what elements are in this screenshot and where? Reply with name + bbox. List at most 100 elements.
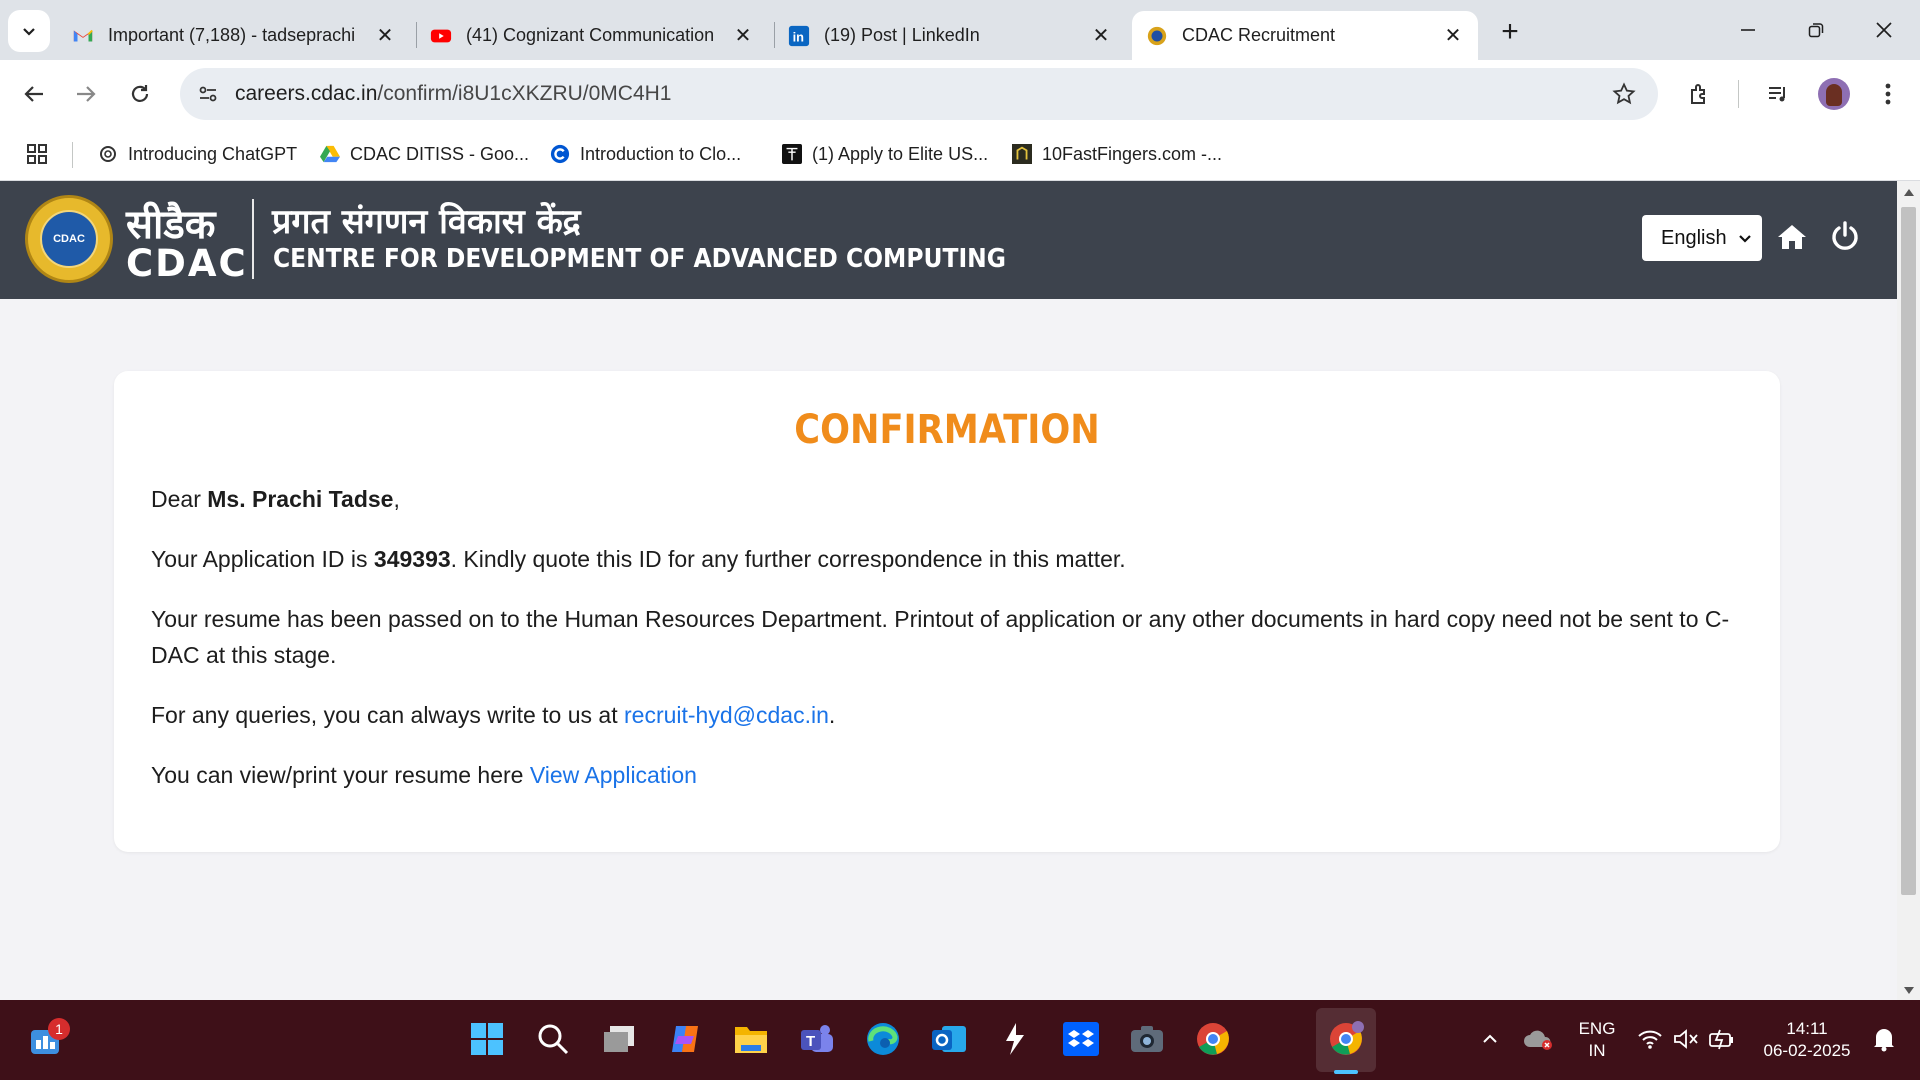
- scroll-up-arrow[interactable]: [1904, 189, 1914, 196]
- page-scrollbar[interactable]: [1897, 181, 1920, 1000]
- language-select[interactable]: English: [1642, 215, 1762, 261]
- bookmark-label: 10FastFingers.com -...: [1042, 143, 1223, 164]
- camera-app[interactable]: [1126, 1018, 1168, 1060]
- chrome-app[interactable]: [1192, 1018, 1234, 1060]
- onedrive-status[interactable]: [1518, 1018, 1558, 1060]
- show-hidden-icons-button[interactable]: [1470, 1018, 1510, 1060]
- close-window-button[interactable]: [1862, 10, 1906, 50]
- active-app-indicator: [1334, 1070, 1358, 1074]
- volume-muted-icon: [1674, 1029, 1698, 1049]
- greeting-suffix: ,: [393, 486, 400, 512]
- site-info-icon[interactable]: [190, 76, 226, 112]
- forward-button[interactable]: [66, 74, 106, 114]
- bookmark-cdac-ditiss[interactable]: CDAC DITISS - Goo...: [320, 140, 529, 168]
- tab-cdac[interactable]: CDAC Recruitment ✕: [1132, 11, 1478, 60]
- dropbox-app[interactable]: [1060, 1018, 1102, 1060]
- chrome-profile-app[interactable]: [1325, 1018, 1367, 1060]
- profile-avatar[interactable]: [1818, 78, 1850, 110]
- tab-linkedin[interactable]: in (19) Post | LinkedIn ✕: [774, 11, 1126, 60]
- svg-text:T: T: [806, 1033, 815, 1050]
- volume-status[interactable]: [1668, 1018, 1704, 1060]
- bookmark-10fastfingers[interactable]: 10FastFingers.com -...: [1012, 140, 1222, 168]
- teams-app[interactable]: T: [796, 1018, 838, 1060]
- application-id-text: Your Application ID is 349393. Kindly qu…: [151, 541, 1126, 577]
- address-bar[interactable]: careers.cdac.in/confirm/i8U1cXKZRU/0MC4H…: [180, 68, 1658, 120]
- bookmark-intro-cloud[interactable]: Introduction to Clo...: [550, 140, 741, 168]
- openai-icon: [98, 144, 118, 164]
- file-explorer-app[interactable]: [730, 1018, 772, 1060]
- edge-app[interactable]: [862, 1018, 904, 1060]
- reload-button[interactable]: [120, 74, 160, 114]
- notifications-button[interactable]: [1866, 1018, 1902, 1060]
- cdac-icon: [1147, 26, 1167, 45]
- windows-taskbar: 1 T ENG IN 14:11 06-02-2025: [0, 1000, 1920, 1080]
- language-value: English: [1661, 226, 1727, 249]
- start-button[interactable]: [466, 1018, 508, 1060]
- minimize-button[interactable]: [1726, 10, 1770, 50]
- url-text[interactable]: careers.cdac.in/confirm/i8U1cXKZRU/0MC4H…: [235, 82, 671, 106]
- tab-title: Important (7,188) - tadseprachi: [108, 25, 356, 45]
- apps-grid-button[interactable]: [26, 140, 48, 168]
- arrow-left-icon: [24, 86, 43, 102]
- confirmation-heading: CONFIRMATION: [794, 407, 1100, 453]
- tab-youtube[interactable]: (41) Cognizant Communication ✕: [416, 11, 768, 60]
- bookmark-label: Introducing ChatGPT: [128, 143, 298, 164]
- greeting-dear: Dear: [151, 486, 201, 512]
- clock-date: 06-02-2025: [1763, 1041, 1851, 1060]
- linkedin-icon: in: [788, 25, 810, 46]
- back-button[interactable]: [14, 74, 54, 114]
- home-icon: [1778, 225, 1806, 249]
- view-application-link[interactable]: View Application: [530, 762, 697, 788]
- scrollbar-thumb[interactable]: [1901, 207, 1916, 895]
- menu-button[interactable]: [1870, 74, 1906, 114]
- bookmark-elite-us[interactable]: (1) Apply to Elite US...: [782, 140, 988, 168]
- new-tab-button[interactable]: +: [1492, 14, 1528, 50]
- cloud-error-icon: [1524, 1030, 1552, 1050]
- chrome-icon: [1330, 1021, 1364, 1055]
- dropbox-icon: [1063, 1022, 1099, 1056]
- extensions-button[interactable]: [1680, 74, 1720, 114]
- site-header: CDAC सीडैक CDAC प्रगत संगणन विकास केंद्र…: [0, 181, 1897, 299]
- task-view-button[interactable]: [598, 1018, 640, 1060]
- windows-logo-icon: [471, 1023, 503, 1055]
- search-button[interactable]: [532, 1018, 574, 1060]
- wifi-status[interactable]: [1632, 1018, 1668, 1060]
- chevron-up-icon: [1483, 1034, 1497, 1043]
- email-link[interactable]: recruit-hyd@cdac.in: [624, 702, 829, 728]
- cdac-emblem[interactable]: CDAC: [25, 195, 113, 283]
- close-icon[interactable]: ✕: [374, 25, 396, 47]
- search-icon: [538, 1024, 569, 1055]
- star-icon: [1612, 82, 1636, 105]
- outlook-app[interactable]: [928, 1018, 970, 1060]
- copilot-app[interactable]: [664, 1018, 706, 1060]
- close-icon[interactable]: ✕: [1090, 25, 1112, 47]
- turing-icon: [782, 144, 802, 164]
- bookmarks-bar: Introducing ChatGPT CDAC DITISS - Goo...…: [0, 128, 1920, 181]
- query-text: For any queries, you can always write to…: [151, 697, 835, 733]
- media-controls-button[interactable]: [1758, 74, 1798, 114]
- greeting: Dear Ms. Prachi Tadse,: [151, 481, 400, 517]
- tab-search-button[interactable]: [8, 10, 50, 52]
- resume-status-text: Your resume has been passed on to the Hu…: [151, 606, 1730, 668]
- close-icon[interactable]: ✕: [1442, 25, 1464, 47]
- scroll-down-arrow[interactable]: [1904, 987, 1914, 994]
- tab-gmail[interactable]: Important (7,188) - tadseprachi ✕: [58, 11, 410, 60]
- input-language[interactable]: ENG IN: [1572, 1018, 1622, 1062]
- close-icon[interactable]: ✕: [732, 25, 754, 47]
- url-path: /confirm/i8U1cXKZRU/0MC4H1: [377, 82, 672, 105]
- lightning-app[interactable]: [994, 1018, 1036, 1060]
- youtube-icon: [430, 29, 452, 42]
- language-code: ENG: [1578, 1019, 1616, 1038]
- apps-grid-icon: [27, 144, 47, 164]
- bookmark-chatgpt[interactable]: Introducing ChatGPT: [98, 140, 297, 168]
- bookmark-star-button[interactable]: [1606, 76, 1642, 112]
- url-host: careers.cdac.in: [235, 82, 378, 105]
- battery-status[interactable]: [1704, 1018, 1740, 1060]
- restore-button[interactable]: [1794, 10, 1838, 50]
- clock[interactable]: 14:11 06-02-2025: [1752, 1018, 1862, 1062]
- page-content: CDAC सीडैक CDAC प्रगत संगणन विकास केंद्र…: [0, 181, 1897, 1000]
- home-button[interactable]: [1776, 221, 1810, 255]
- outlook-icon: [932, 1026, 966, 1052]
- logout-button[interactable]: [1830, 221, 1864, 255]
- copilot-icon: [672, 1026, 698, 1052]
